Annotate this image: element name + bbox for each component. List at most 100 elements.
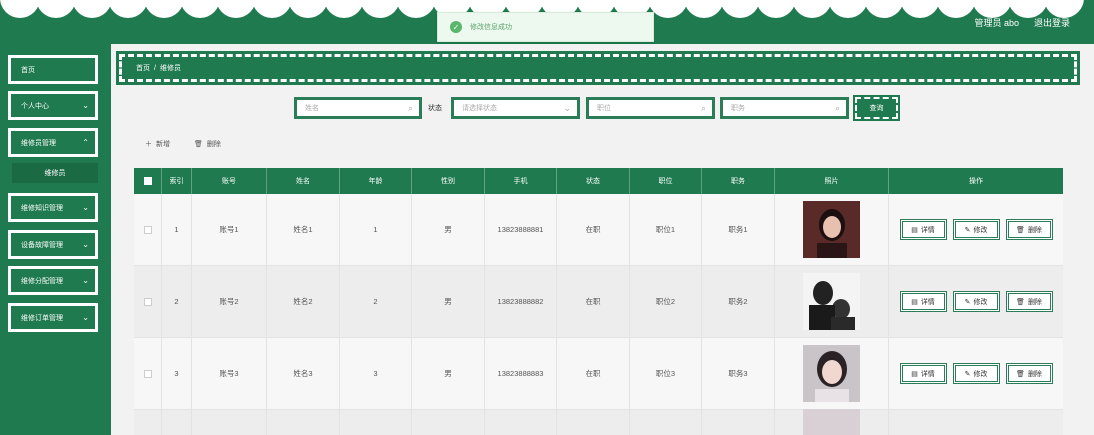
- edit-button[interactable]: ✎ 修改: [952, 219, 1000, 240]
- cell-status: 在职: [557, 266, 630, 337]
- col-status: 状态: [557, 168, 630, 194]
- delete-label: 删除: [206, 141, 221, 148]
- sidebar-item-label: 维修订单管理: [21, 314, 63, 322]
- col-actions: 操作: [969, 178, 983, 185]
- delete-button[interactable]: 🗑 删除: [1005, 291, 1053, 312]
- table-row: 2 账号2 姓名2 2 男 13823888882 在职 职位2 职务2 ▤ 详情…: [134, 266, 1063, 338]
- sidebar-item-knowledge[interactable]: 维修知识管理 ⌄: [8, 193, 98, 222]
- col-account: 账号: [192, 168, 267, 194]
- row-checkbox[interactable]: [134, 194, 162, 265]
- bulk-delete-button[interactable]: 🗑 删除: [194, 139, 221, 149]
- select-all-checkbox[interactable]: [134, 168, 162, 194]
- avatar: [803, 201, 860, 258]
- query-button[interactable]: 查询: [853, 95, 900, 121]
- table-header: 索引 账号 姓名 年龄 性别 手机 状态 职位 职务 照片 操作: [134, 168, 1063, 194]
- sidebar-item-label: 维修分配管理: [21, 277, 63, 285]
- cell-actions: ▤ 详情 ✎ 修改 🗑 删除: [889, 338, 1063, 409]
- document-icon: ▤: [911, 226, 918, 234]
- detail-button[interactable]: ▤ 详情: [899, 291, 947, 312]
- name-search-input[interactable]: 姓名 ⌕: [294, 97, 422, 119]
- cell-position: 职位1: [630, 194, 702, 265]
- sidebar-item-label: 设备故障管理: [21, 241, 63, 249]
- edit-button[interactable]: ✎ 修改: [952, 363, 1000, 384]
- sidebar-item-repairers[interactable]: 维修员管理 ⌃: [8, 128, 98, 157]
- check-circle-icon: ✓: [450, 21, 462, 33]
- breadcrumb: 首页 / 维修员: [116, 51, 1080, 85]
- trash-icon: 🗑: [1016, 226, 1025, 234]
- status-placeholder: 请选择状态: [462, 105, 497, 112]
- chevron-down-icon: ⌄: [82, 203, 89, 212]
- table-row: 1 账号1 姓名1 1 男 13823888881 在职 职位1 职务1 ▤ 详情…: [134, 194, 1063, 266]
- cell-name: 姓名3: [267, 338, 340, 409]
- chevron-down-icon: ⌄: [82, 240, 89, 249]
- cell-status: 在职: [557, 194, 630, 265]
- cell-index: 3: [162, 338, 192, 409]
- sidebar-subitem-repairer[interactable]: 维修员: [12, 163, 98, 183]
- sidebar-item-faults[interactable]: 设备故障管理 ⌄: [8, 230, 98, 259]
- breadcrumb-current: 维修员: [159, 65, 181, 72]
- breadcrumb-separator: /: [154, 64, 156, 72]
- status-select[interactable]: 请选择状态 ⌄: [451, 97, 580, 119]
- logout-link[interactable]: 退出登录: [1034, 16, 1070, 29]
- row-checkbox[interactable]: [134, 338, 162, 409]
- cell-gender: 男: [412, 266, 485, 337]
- sidebar-item-assignments[interactable]: 维修分配管理 ⌄: [8, 266, 98, 295]
- search-icon: ⌕: [834, 103, 840, 113]
- cell-gender: 男: [412, 194, 485, 265]
- detail-button[interactable]: ▤ 详情: [899, 219, 947, 240]
- cell-actions: ▤ 详情 ✎ 修改 🗑 删除: [889, 194, 1063, 265]
- col-index: 索引: [162, 168, 192, 194]
- trash-icon: 🗑: [1016, 370, 1025, 378]
- cell-account: 账号2: [192, 266, 267, 337]
- cell-account: 账号3: [192, 338, 267, 409]
- cell-name: 姓名1: [267, 194, 340, 265]
- cell-name: 姓名2: [267, 266, 340, 337]
- document-icon: ▤: [911, 298, 918, 306]
- cell-position: 职位3: [630, 338, 702, 409]
- detail-button[interactable]: ▤ 详情: [899, 363, 947, 384]
- delete-button[interactable]: 🗑 删除: [1005, 219, 1053, 240]
- cell-phone: 13823888882: [485, 266, 557, 337]
- add-label: 新增: [156, 141, 170, 148]
- duty-placeholder: 职务: [731, 105, 745, 112]
- cell-gender: 男: [412, 338, 485, 409]
- position-search-input[interactable]: 职位 ⌕: [586, 97, 715, 119]
- col-phone: 手机: [485, 168, 557, 194]
- col-age: 年龄: [340, 168, 412, 194]
- sidebar-item-label: 维修员管理: [21, 139, 56, 147]
- document-icon: ▤: [911, 370, 918, 378]
- delete-button[interactable]: 🗑 删除: [1005, 363, 1053, 384]
- cell-age: 1: [340, 194, 412, 265]
- col-position: 职位: [630, 168, 702, 194]
- cell-duty: 职务1: [702, 194, 775, 265]
- position-placeholder: 职位: [597, 105, 611, 112]
- sidebar-item-personal[interactable]: 个人中心 ⌄: [8, 91, 98, 120]
- add-button[interactable]: ＋ 新增: [145, 139, 170, 149]
- search-icon: ⌕: [700, 103, 706, 113]
- avatar: [803, 345, 860, 402]
- edit-button[interactable]: ✎ 修改: [952, 291, 1000, 312]
- sidebar-item-home[interactable]: 首页: [8, 55, 98, 84]
- breadcrumb-home[interactable]: 首页: [136, 63, 150, 73]
- sidebar-item-label: 首页: [21, 66, 35, 74]
- cell-phone: 13823888881: [485, 194, 557, 265]
- sidebar-item-label: 个人中心: [21, 102, 49, 110]
- cell-position: 职位2: [630, 266, 702, 337]
- duty-search-input[interactable]: 职务 ⌕: [720, 97, 849, 119]
- row-checkbox[interactable]: [134, 410, 162, 435]
- search-icon: ⌕: [407, 103, 413, 113]
- cell-status: 在职: [557, 338, 630, 409]
- cell-photo: [775, 338, 889, 409]
- row-checkbox[interactable]: [134, 266, 162, 337]
- trash-icon: 🗑: [194, 141, 203, 148]
- sidebar-item-orders[interactable]: 维修订单管理 ⌄: [8, 303, 98, 332]
- success-toast: ✓ 修改信息成功: [437, 12, 654, 42]
- chevron-down-icon: ⌄: [82, 101, 89, 110]
- pencil-icon: ✎: [964, 370, 971, 378]
- table-row: [134, 409, 1063, 435]
- cell-photo: [775, 409, 889, 435]
- chevron-down-icon: ⌄: [82, 276, 89, 285]
- trash-icon: 🗑: [1016, 298, 1025, 306]
- col-photo: 照片: [775, 168, 889, 194]
- cell-index: 2: [162, 266, 192, 337]
